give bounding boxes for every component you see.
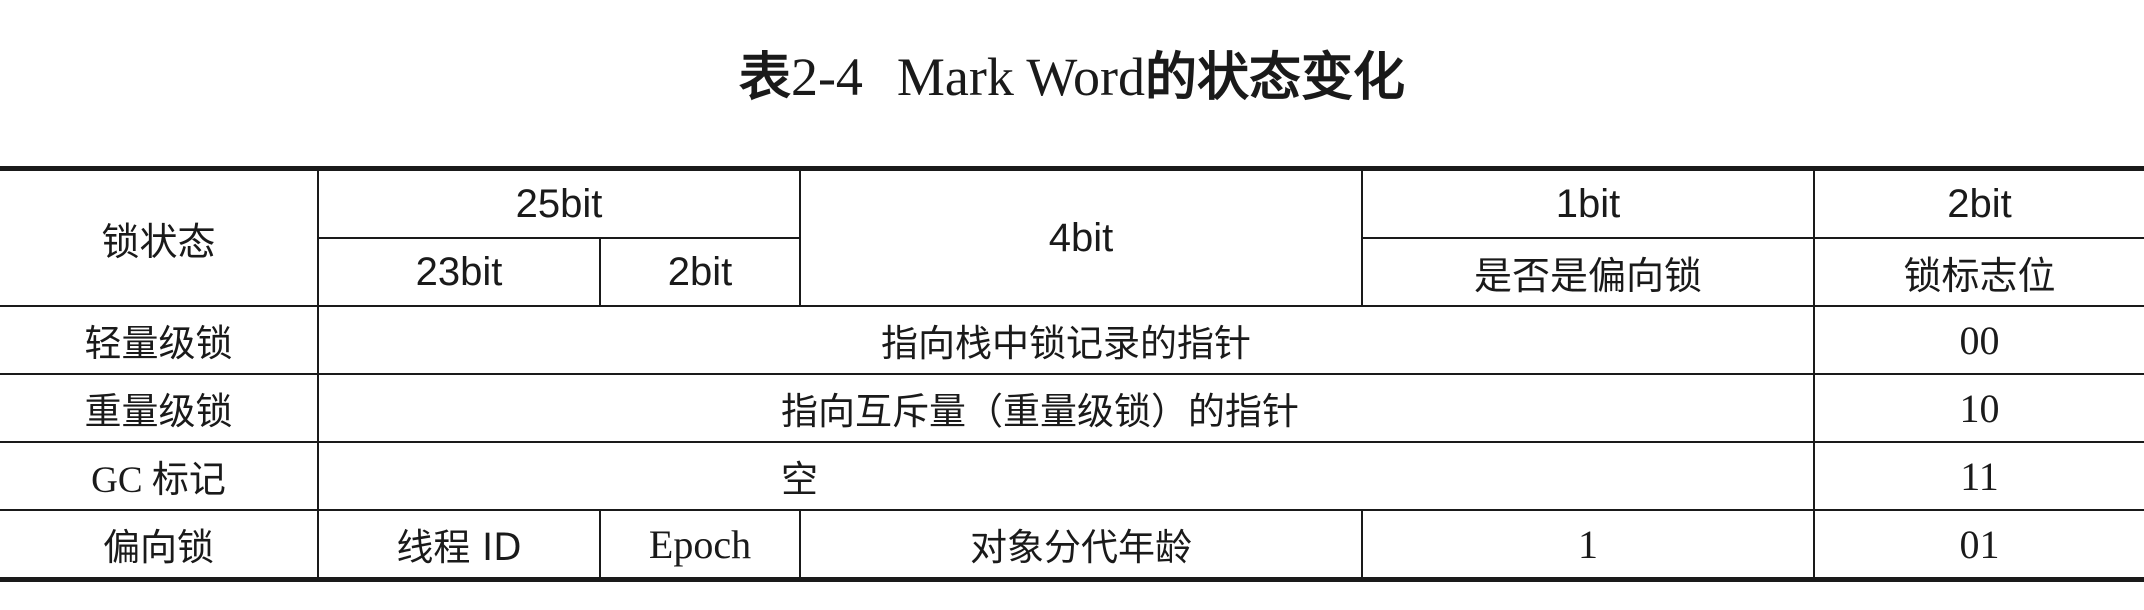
row-content: 指向栈中锁记录的指针 [317,305,1815,375]
row-thread-id: 线程 ID [317,509,601,581]
header-row-1: 锁状态 25bit 4bit 1bit 2bit [0,167,2144,307]
header-1bit: 1bit [1361,167,1815,239]
title-name-cn: 的状态变化 [1145,48,1406,108]
row-flag: 11 [1813,441,2144,511]
title-number: 2-4 [790,47,863,107]
title-name-en: Mark Word [896,47,1146,107]
row-state: 重量级锁 [0,373,319,443]
title-prefix: 表 [738,48,791,108]
header-is-biased: 是否是偏向锁 [1361,237,1815,307]
row-state: GC 标记 [0,441,319,511]
header-25bit: 25bit [317,167,801,239]
table-row: 轻量级锁 指向栈中锁记录的指针 00 [0,305,2144,375]
table-row-biased: 偏向锁 线程 ID Epoch 对象分代年龄 1 01 [0,509,2144,581]
row-content: 指向互斥量（重量级锁）的指针 [317,373,1815,443]
row-state-text: GC 标记 [91,460,226,501]
row-epoch: Epoch [599,509,801,581]
table-row: 重量级锁 指向互斥量（重量级锁）的指针 10 [0,373,2144,443]
header-2bit: 2bit [599,237,801,307]
table-title: 表2-4 Mark Word的状态变化 [0,42,2144,113]
header-lock-flag: 锁标志位 [1813,237,2144,307]
header-lock-state: 锁状态 [0,167,319,307]
mark-word-table-container: 锁状态 25bit 4bit 1bit 2bit 23bit 2bit 是否是偏… [0,166,2144,582]
mark-word-table: 锁状态 25bit 4bit 1bit 2bit 23bit 2bit 是否是偏… [0,166,2144,582]
row-flag: 00 [1813,305,2144,375]
row-epoch-text: Epoch [648,521,752,567]
table-row: GC 标记 空 11 [0,441,2144,511]
row-state: 偏向锁 [0,509,319,581]
header-2bit-flag: 2bit [1813,167,2144,239]
row-state: 轻量级锁 [0,305,319,375]
header-4bit: 4bit [799,167,1363,307]
row-biased-bit: 1 [1361,509,1815,581]
header-23bit: 23bit [318,237,601,307]
row-flag: 10 [1813,373,2144,443]
row-age: 对象分代年龄 [799,509,1363,581]
row-content: 空 [317,441,1815,511]
row-flag: 01 [1813,509,2144,581]
